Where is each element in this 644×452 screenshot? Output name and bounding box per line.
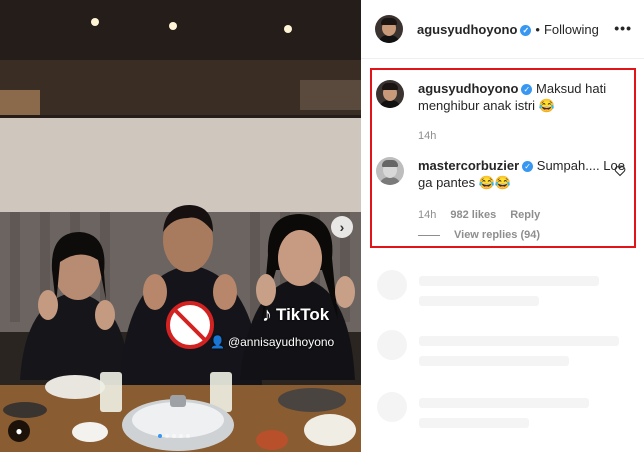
placeholder-line	[419, 418, 529, 428]
placeholder-line	[419, 336, 619, 346]
placeholder-line	[419, 356, 569, 366]
carousel-dot	[158, 434, 162, 438]
chevron-right-icon: ›	[339, 219, 345, 235]
person-icon: ●	[15, 424, 23, 438]
carousel-dot	[172, 434, 176, 438]
tiktok-icon: ♪	[262, 304, 272, 326]
tagged-users-button[interactable]: ●	[8, 420, 30, 442]
header-separator: •	[535, 21, 540, 37]
highlight-box	[370, 68, 636, 248]
tiktok-username-text: @annisayudhoyono	[227, 335, 335, 349]
post-header: agusyudhoyono ✓ • Following •••	[361, 0, 644, 59]
placeholder-avatar	[377, 392, 407, 422]
carousel-dot	[179, 434, 183, 438]
post-photo	[0, 0, 361, 452]
header-username[interactable]: agusyudhoyono ✓	[417, 22, 532, 37]
tiktok-watermark: ♪ TikTok	[262, 305, 329, 325]
placeholder-line	[419, 276, 599, 286]
next-photo-button[interactable]: ›	[331, 216, 353, 238]
carousel-indicator	[158, 434, 190, 438]
placeholder-avatar	[377, 330, 407, 360]
carousel-dot	[186, 434, 190, 438]
tiktok-label: TikTok	[276, 305, 330, 324]
user-icon: 👤	[210, 335, 225, 349]
more-options-icon[interactable]: •••	[614, 20, 632, 36]
placeholder-avatar	[377, 270, 407, 300]
following-button[interactable]: Following	[544, 22, 599, 37]
tiktok-username: 👤 @annisayudhoyono	[210, 335, 334, 349]
verified-badge-icon: ✓	[520, 24, 532, 36]
avatar[interactable]	[375, 15, 403, 43]
header-username-text[interactable]: agusyudhoyono	[417, 22, 517, 37]
placeholder-line	[419, 398, 589, 408]
post-media[interactable]: ♪ TikTok 👤 @annisayudhoyono › ●	[0, 0, 361, 452]
carousel-dot	[165, 434, 169, 438]
placeholder-line	[419, 296, 539, 306]
